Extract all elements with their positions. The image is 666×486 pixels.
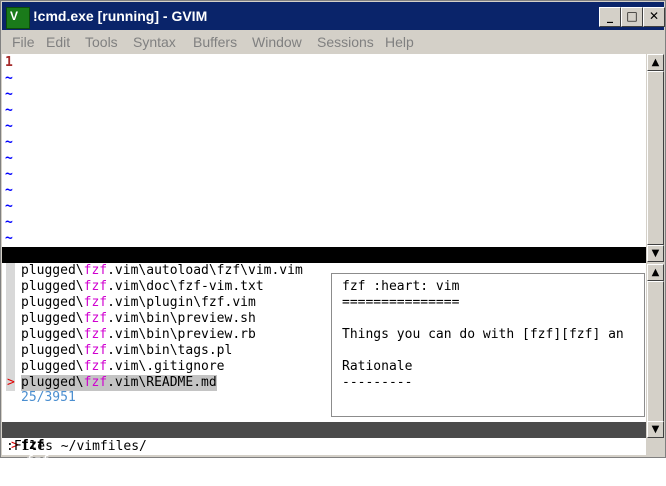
scroll-down-arrow-icon[interactable]: ▼	[647, 421, 664, 438]
command-line[interactable]: :Files ~/vimfiles/	[6, 439, 147, 455]
result-item[interactable]: plugged\fzf.vim\README.md	[21, 375, 217, 391]
line-number: 1	[5, 55, 13, 70]
menu-edit[interactable]: Edit	[46, 34, 70, 50]
result-gutter	[6, 295, 15, 311]
empty-line-tilde: ~	[5, 183, 13, 198]
result-item[interactable]: plugged\fzf.vim\plugin\fzf.vim	[21, 295, 256, 311]
result-gutter	[6, 343, 15, 359]
minimize-button[interactable]: _	[599, 7, 621, 27]
result-text: .vim\README.md	[107, 375, 217, 390]
menu-sessions[interactable]: Sessions	[317, 34, 374, 50]
result-text: .vim\bin\preview.rb	[107, 327, 256, 342]
result-text: .vim\bin\preview.sh	[107, 311, 256, 326]
result-text: fzf	[83, 279, 108, 294]
empty-line-tilde: ~	[5, 167, 13, 182]
vim-logo-icon[interactable]: V	[6, 7, 30, 29]
result-text: fzf	[83, 311, 108, 326]
result-gutter	[6, 359, 15, 375]
empty-line-tilde: ~	[5, 119, 13, 134]
menu-buffers[interactable]: Buffers	[193, 34, 237, 50]
scrollbar-thumb[interactable]	[647, 71, 664, 245]
empty-line-tilde: ~	[5, 215, 13, 230]
scroll-down-arrow-icon[interactable]: ▼	[647, 245, 664, 262]
scroll-up-arrow-icon[interactable]: ▲	[647, 264, 664, 281]
result-text: plugged\	[21, 327, 84, 342]
empty-line-tilde: ~	[5, 71, 13, 86]
menu-tools[interactable]: Tools	[85, 34, 118, 50]
result-text: fzf	[83, 295, 108, 310]
fzf-prompt[interactable]: > fzf	[6, 406, 61, 453]
empty-line-tilde: ~	[5, 135, 13, 150]
result-text: plugged\	[21, 359, 84, 374]
empty-line-tilde: ~	[5, 151, 13, 166]
result-gutter	[6, 311, 15, 327]
result-text: plugged\	[21, 279, 84, 294]
result-text: plugged\	[21, 343, 84, 358]
selection-marker-icon: >	[7, 375, 15, 390]
bottom-scrollbar[interactable]: ▲ ▼	[647, 264, 664, 438]
result-item[interactable]: plugged\fzf.vim\autoload\fzf\vim.vim	[21, 263, 303, 279]
close-button[interactable]: ✕	[643, 7, 665, 27]
result-text: .vim\plugin\fzf.vim	[107, 295, 256, 310]
menu-help[interactable]: Help	[385, 34, 414, 50]
menu-syntax[interactable]: Syntax	[133, 34, 176, 50]
result-text: .vim\doc\fzf-vim.txt	[107, 279, 264, 294]
result-text: fzf	[83, 359, 108, 374]
preview-line: Rationale	[342, 359, 413, 374]
menu-bar: File Edit Tools Syntax Buffers Window Se…	[2, 31, 664, 53]
result-item[interactable]: plugged\fzf.vim\bin\preview.rb	[21, 327, 256, 343]
result-text: fzf	[83, 375, 108, 390]
result-text: fzf	[83, 343, 108, 358]
menu-file[interactable]: File	[12, 34, 35, 50]
scrollbar-thumb[interactable]	[647, 281, 664, 422]
preview-line: fzf :heart: vim	[342, 279, 460, 294]
result-text: plugged\	[21, 375, 84, 390]
menu-window[interactable]: Window	[252, 34, 302, 50]
scroll-up-arrow-icon[interactable]: ▲	[647, 54, 664, 71]
title-bar[interactable]: V !cmd.exe [running] - GVIM _ □ ✕	[2, 2, 665, 30]
empty-line-tilde: ~	[5, 199, 13, 214]
result-text: fzf	[83, 263, 108, 278]
match-counter: 25/3951	[21, 390, 76, 405]
result-item[interactable]: plugged\fzf.vim\bin\preview.sh	[21, 311, 256, 327]
empty-line-tilde: ~	[5, 87, 13, 102]
empty-line-tilde: ~	[5, 103, 13, 118]
result-gutter	[6, 327, 15, 343]
maximize-button[interactable]: □	[621, 7, 643, 27]
editor-area[interactable]: 1 ~ ~ ~ ~ ~ ~ ~ ~ ~ ~ ~ [Scratch] [*] 0,0-1 All pl…	[2, 54, 646, 469]
result-text: plugged\	[21, 295, 84, 310]
fzf-terminal-status: > fzf	[2, 422, 646, 469]
result-text: plugged\	[21, 263, 84, 278]
result-text: .vim\autoload\fzf\vim.vim	[107, 263, 303, 278]
top-scrollbar[interactable]: ▲ ▼	[647, 54, 664, 262]
preview-line: Things you can do with [fzf][fzf] an	[342, 327, 624, 342]
empty-line-tilde: ~	[5, 231, 13, 246]
result-gutter	[6, 279, 15, 295]
terminal-label: fzf	[26, 454, 50, 469]
result-item[interactable]: plugged\fzf.vim\.gitignore	[21, 359, 225, 375]
preview-line: ===============	[342, 295, 460, 310]
result-item[interactable]: plugged\fzf.vim\bin\tags.pl	[21, 343, 232, 359]
preview-window: fzf :heart: vim =============== Things you…	[331, 273, 645, 417]
result-text: fzf	[83, 327, 108, 342]
result-item[interactable]: plugged\fzf.vim\doc\fzf-vim.txt	[21, 279, 264, 295]
gvim-window: V !cmd.exe [running] - GVIM _ □ ✕ File E…	[0, 0, 666, 469]
preview-line: ---------	[342, 375, 413, 390]
result-text: .vim\.gitignore	[107, 359, 225, 374]
status-line: [Scratch] [*] 0,0-1 All	[2, 247, 646, 294]
result-text: plugged\	[21, 311, 84, 326]
window-title: !cmd.exe [running] - GVIM	[33, 8, 208, 24]
result-gutter	[6, 263, 15, 279]
result-text: .vim\bin\tags.pl	[107, 343, 233, 358]
